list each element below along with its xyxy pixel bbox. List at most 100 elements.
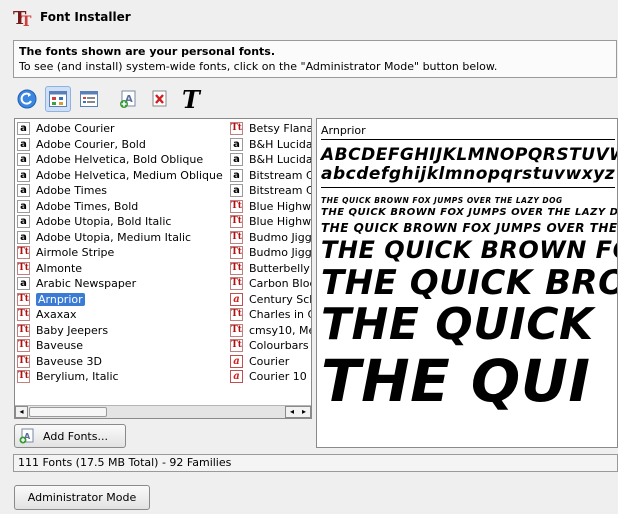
font-list-item-label: Bitstream Charter <box>249 184 311 198</box>
truetype-font-icon: Tt <box>230 215 243 229</box>
scrollbar-thumb[interactable] <box>29 407 107 417</box>
truetype-font-icon: Tt <box>17 261 30 275</box>
add-fonts-button[interactable]: A Add Fonts... <box>14 424 126 448</box>
font-list-item[interactable]: a B&H Lucida <box>230 152 311 168</box>
font-list-item-label: Adobe Helvetica, Medium Oblique <box>36 168 223 182</box>
font-list-column-2: TtBetsy FlanaganaB&H LucidaaB&H LucidaaB… <box>230 121 312 385</box>
font-list-item[interactable]: a Adobe Courier, Bold <box>17 137 227 153</box>
font-list-item[interactable]: Tt Charles in Charge <box>230 307 311 323</box>
icon-view-button[interactable] <box>45 86 71 112</box>
font-list-item-label: Baby Jeepers <box>36 323 109 337</box>
truetype-font-icon: Tt <box>230 308 243 322</box>
svg-text:T: T <box>21 14 32 28</box>
font-list-item[interactable]: a Adobe Times, Bold <box>17 199 227 215</box>
font-list-item[interactable]: Tt Almonte <box>17 261 227 277</box>
add-font-icon: A <box>120 90 136 108</box>
truetype-font-icon: Tt <box>17 323 30 337</box>
font-list-item[interactable]: a Adobe Helvetica, Bold Oblique <box>17 152 227 168</box>
truetype-font-icon: Tt <box>230 277 243 291</box>
list-view-icon <box>80 91 98 107</box>
font-list-item[interactable]: Tt Budmo Jiggler <box>230 245 311 261</box>
truetype-font-icon: Tt <box>230 230 243 244</box>
font-list-item[interactable]: Tt Betsy Flanagan <box>230 121 311 137</box>
opentype-font-icon: a <box>230 292 243 306</box>
font-list-item-label: Adobe Times, Bold <box>36 199 139 213</box>
list-view-button[interactable] <box>76 86 102 112</box>
font-list-item[interactable]: Tt Butterbelly <box>230 261 311 277</box>
scroll-left-small-icon[interactable]: ◂ <box>290 407 294 417</box>
preview-line-uppercase: ABCDEFGHIJKLMNOPQRSTUVWXYZ <box>321 145 617 165</box>
scroll-arrows[interactable]: ◂ ▸ <box>285 406 311 418</box>
font-list-item[interactable]: Tt cmsy10, Medium <box>230 323 311 339</box>
font-list-item[interactable]: a Adobe Times <box>17 183 227 199</box>
font-list-item-label: Adobe Courier <box>36 122 115 136</box>
font-list-item[interactable]: a Arabic Newspaper <box>17 276 227 292</box>
font-list-item[interactable]: Tt Colourbars <box>230 338 311 354</box>
font-list-item-label: Courier 10 Pitch <box>249 370 311 384</box>
font-list-item-label: Betsy Flanagan <box>249 122 311 136</box>
svg-text:T: T <box>182 87 202 111</box>
font-list-item[interactable]: a Century Schoolbook <box>230 292 311 308</box>
font-list-item-label: Carbon Block <box>249 277 311 291</box>
font-list-item-label: Arnprior <box>36 292 85 306</box>
add-font-button[interactable]: A <box>116 86 142 112</box>
font-list-item[interactable]: Tt Arnprior <box>17 292 227 308</box>
back-button[interactable] <box>14 86 40 112</box>
type1-font-icon: a <box>17 277 30 291</box>
preview-line-sample-48: THE QUICK <box>321 299 594 350</box>
font-preview-panel: Arnprior ABCDEFGHIJKLMNOPQRSTUVWXYZ abcd… <box>316 118 618 448</box>
type1-font-icon: a <box>17 199 30 213</box>
type1-font-icon: a <box>230 137 243 151</box>
truetype-font-icon: Tt <box>230 246 243 260</box>
type1-font-icon: a <box>230 168 243 182</box>
font-preview-icon: T <box>182 87 202 111</box>
font-list[interactable]: a Adobe Courier a Adobe Courier, Bold a Adobe… <box>14 118 312 419</box>
font-list-item-label: Century Schoolbook <box>249 292 311 306</box>
font-list-item[interactable]: Tt Baby Jeepers <box>17 323 227 339</box>
font-list-item[interactable]: a Adobe Helvetica, Medium Oblique <box>17 168 227 184</box>
font-list-item[interactable]: Tt Axaxax <box>17 307 227 323</box>
type1-font-icon: a <box>17 137 30 151</box>
font-list-item[interactable]: a Courier 10 Pitch <box>230 369 311 385</box>
type1-font-icon: a <box>17 153 30 167</box>
type1-font-icon: a <box>17 168 30 182</box>
preview-line-sample-36: THE QUICK BROWN <box>321 263 617 303</box>
font-list-item[interactable]: a Adobe Courier <box>17 121 227 137</box>
font-list-item-label: Budmo Jiggler <box>249 230 312 244</box>
truetype-font-icon: Tt <box>230 339 243 353</box>
font-list-item[interactable]: Tt Berylium, Italic <box>17 369 227 385</box>
font-list-item[interactable]: a Adobe Utopia, Bold Italic <box>17 214 227 230</box>
font-list-item[interactable]: Tt Airmole Stripe <box>17 245 227 261</box>
font-list-item[interactable]: Tt Carbon Block <box>230 276 311 292</box>
horizontal-scrollbar[interactable]: ◂ ◂ ▸ <box>15 405 311 418</box>
font-list-item[interactable]: Tt Blue Highway <box>230 214 311 230</box>
font-list-item[interactable]: a Adobe Utopia, Medium Italic <box>17 230 227 246</box>
font-list-item-label: Adobe Times <box>36 184 107 198</box>
truetype-font-icon: Tt <box>17 246 30 260</box>
type1-font-icon: a <box>230 184 243 198</box>
truetype-font-icon: Tt <box>17 308 30 322</box>
font-list-item[interactable]: Tt Budmo Jiggler <box>230 230 312 246</box>
info-body: To see (and install) system-wide fonts, … <box>19 60 498 73</box>
font-list-item[interactable]: a B&H Lucida <box>230 137 311 153</box>
opentype-font-icon: a <box>230 370 243 384</box>
delete-button[interactable] <box>147 86 173 112</box>
font-list-item-label: Bitstream Charter <box>249 168 311 182</box>
font-list-item[interactable]: Tt Baveuse 3D <box>17 354 227 370</box>
scroll-left-arrow-icon[interactable]: ◂ <box>15 406 28 418</box>
font-list-item[interactable]: a Bitstream Charter <box>230 183 311 199</box>
preview-toggle-button[interactable]: T <box>178 86 204 112</box>
scroll-right-arrow-icon[interactable]: ▸ <box>302 407 306 417</box>
font-list-item[interactable]: a Courier <box>230 354 311 370</box>
window-title: Font Installer <box>40 10 131 24</box>
administrator-mode-button[interactable]: Administrator Mode <box>14 485 150 510</box>
font-list-item[interactable]: Tt Baveuse <box>17 338 227 354</box>
opentype-font-icon: a <box>230 354 243 368</box>
back-icon <box>17 89 37 109</box>
status-bar: 111 Fonts (17.5 MB Total) - 92 Families <box>13 454 618 472</box>
font-list-item-label: Charles in Charge <box>249 308 311 322</box>
font-list-item[interactable]: a Bitstream Charter <box>230 168 311 184</box>
font-list-item[interactable]: Tt Blue Highway <box>230 199 311 215</box>
font-list-item-label: Courier <box>249 354 290 368</box>
preview-line-sample-8: THE QUICK BROWN FOX JUMPS OVER THE LAZY … <box>321 196 563 205</box>
